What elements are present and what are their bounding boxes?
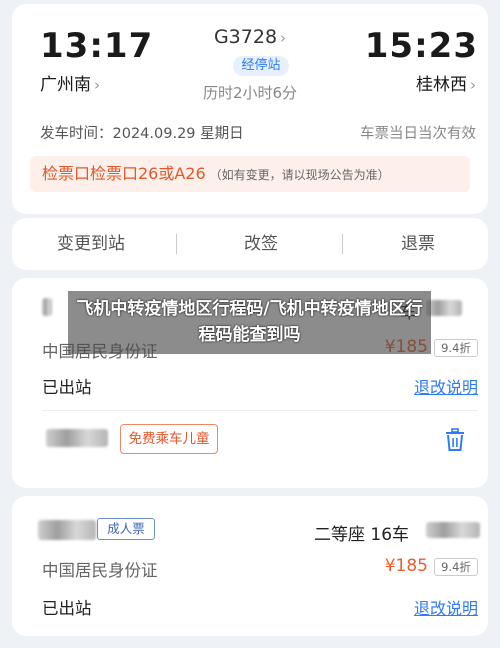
refund-button[interactable]: 退票 [348, 218, 488, 270]
redacted-name [38, 520, 96, 540]
arrival-time: 15:23 [364, 26, 478, 66]
ticket-status: 已出站 [42, 599, 92, 618]
discount-badge: 9.4折 [434, 339, 478, 357]
redacted-seat [426, 300, 462, 316]
gate-banner: 检票口检票口26或A26 （如有变更，请以现场公告为准） [30, 156, 470, 192]
discount-badge: 9.4折 [434, 558, 478, 576]
id-type: 中国居民身份证 [42, 561, 158, 580]
free-child-badge: 免费乘车儿童 [120, 424, 218, 454]
trip-card: 13:17 广州南 › G3728 › 经停站 历时2小时6分 15:23 桂林西 ›… [12, 4, 488, 214]
gate-note: （如有变更，请以现场公告为准） [209, 168, 390, 182]
arrival-station-label: 桂林西 [416, 75, 467, 95]
ticket-validity: 车票当日当次有效 [360, 126, 476, 142]
refund-rules-link[interactable]: 退改说明 [414, 595, 478, 619]
ticket-status: 已出站 [42, 378, 92, 397]
action-bar: 变更到站 改签 退票 [12, 218, 488, 270]
adult-ticket-badge: 成人票 [97, 518, 155, 540]
article-title-overlay: 飞机中转疫情地区行程码/飞机中转疫情地区行程码能查到吗 [68, 291, 431, 354]
divider [342, 234, 343, 254]
train-number-label: G3728 [213, 26, 278, 48]
refund-rules-link[interactable]: 退改说明 [414, 374, 478, 398]
trash-icon[interactable] [444, 428, 466, 452]
passenger-card: 成人票 二等座 16车 中国居民身份证 ¥185 9.4折 已出站 退改说明 [12, 496, 488, 636]
via-stations-button[interactable]: 经停站 [233, 56, 289, 76]
divider [176, 234, 177, 254]
change-ticket-button[interactable]: 改签 [182, 218, 340, 270]
divider [42, 410, 478, 411]
chevron-right-icon: › [280, 29, 287, 47]
redacted-seat [426, 522, 480, 538]
seat-info: 二等座 16车 [314, 525, 410, 545]
gate-info: 检票口检票口26或A26 [42, 164, 206, 183]
redacted-child-name [46, 429, 108, 447]
chevron-right-icon: › [470, 76, 476, 94]
redacted-name [42, 298, 52, 316]
ticket-price: ¥185 [384, 556, 428, 576]
change-station-button[interactable]: 变更到站 [12, 218, 170, 270]
departure-date: 发车时间：2024.09.29 星期日 [40, 126, 244, 142]
arrival-station[interactable]: 桂林西 › [416, 70, 476, 95]
